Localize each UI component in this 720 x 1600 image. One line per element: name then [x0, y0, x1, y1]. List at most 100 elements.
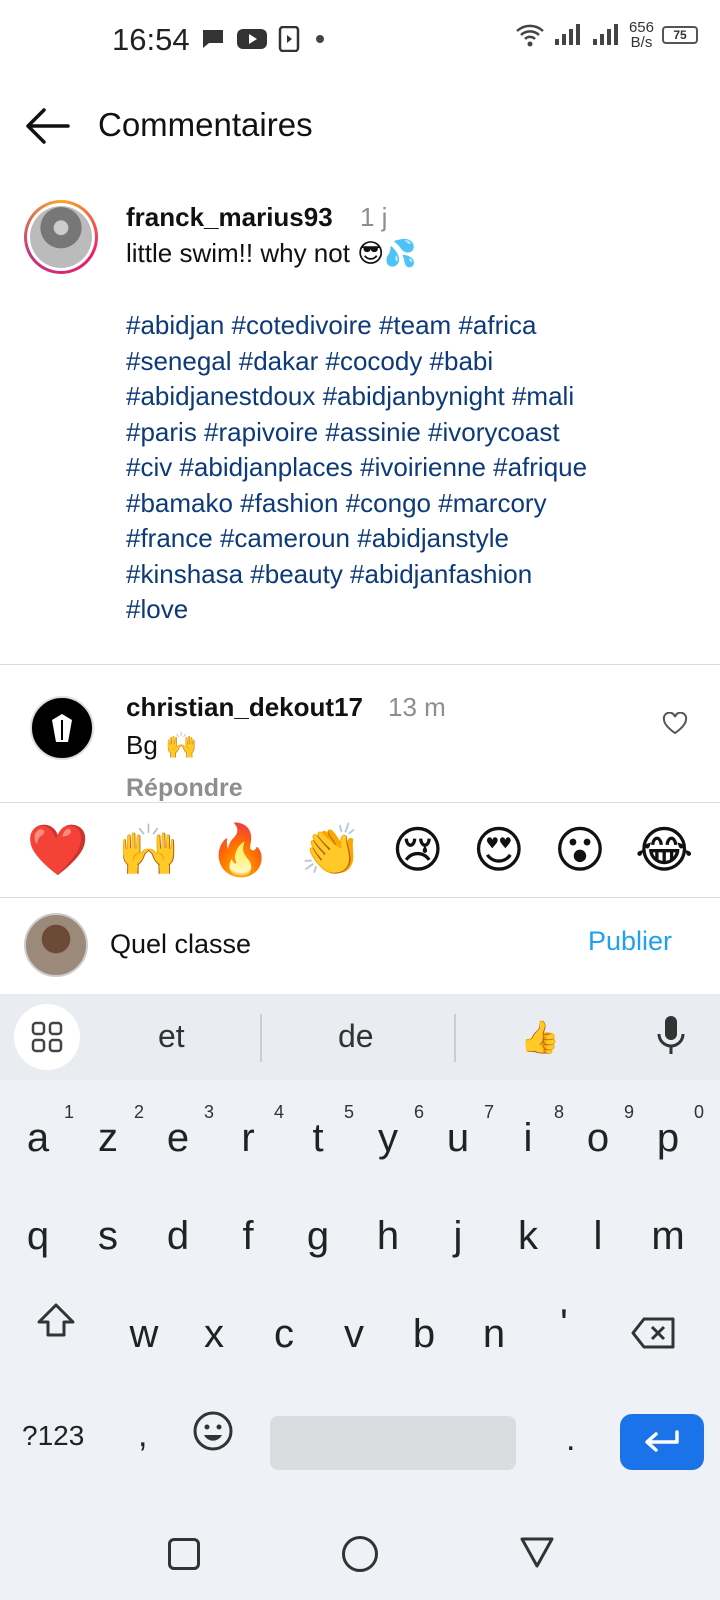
- microphone-icon: [657, 1016, 685, 1054]
- commenter-username[interactable]: christian_dekout17: [126, 692, 363, 723]
- hashtag-line[interactable]: #kinshasa #beauty #abidjanfashion: [126, 557, 686, 593]
- key-t[interactable]: t5: [288, 1102, 354, 1161]
- symbols-key[interactable]: ?123: [22, 1420, 84, 1452]
- net-speed-unit: B/s: [630, 34, 653, 51]
- key-n[interactable]: n: [464, 1312, 524, 1357]
- signal-icon: [554, 24, 580, 45]
- message-icon: [203, 30, 223, 48]
- emoji-key[interactable]: [192, 1410, 234, 1457]
- shift-icon: [37, 1303, 75, 1337]
- avatar-logo-icon: [52, 714, 72, 742]
- comment-input[interactable]: [110, 924, 550, 964]
- key-l[interactable]: l: [568, 1214, 628, 1259]
- emoji-cry[interactable]: 😢: [392, 825, 444, 875]
- author-avatar[interactable]: [24, 200, 98, 274]
- key-x[interactable]: x: [184, 1312, 244, 1357]
- backspace-icon: [631, 1317, 675, 1349]
- hashtag-line[interactable]: #paris #rapivoire #assinie #ivorycoast: [126, 415, 686, 451]
- key-w[interactable]: w: [114, 1312, 174, 1357]
- key-g[interactable]: g: [288, 1214, 348, 1259]
- emoji-surprised[interactable]: 😮: [554, 825, 606, 875]
- status-right: 656 B/s 75: [515, 20, 698, 50]
- period-key[interactable]: .: [566, 1420, 575, 1459]
- comma-key[interactable]: ,: [138, 1416, 147, 1455]
- back-nav-button[interactable]: [518, 1534, 556, 1575]
- key-m[interactable]: m: [638, 1214, 698, 1259]
- backspace-key[interactable]: [630, 1316, 676, 1355]
- key-a[interactable]: a1: [8, 1102, 74, 1161]
- hashtag-line[interactable]: #abidjan #cotedivoire #team #africa: [126, 308, 686, 344]
- enter-icon: [645, 1430, 679, 1452]
- caption-username[interactable]: franck_marius93: [126, 202, 333, 233]
- key-apostrophe[interactable]: ': [534, 1302, 594, 1347]
- heart-icon: [662, 711, 688, 735]
- voice-input-button[interactable]: [654, 1014, 688, 1061]
- caption-time: 1 j: [360, 202, 388, 232]
- emoji-raised-hands[interactable]: 🙌: [118, 825, 180, 875]
- page-title: Commentaires: [98, 106, 313, 143]
- emoji-joy[interactable]: 😂: [635, 825, 693, 875]
- key-h[interactable]: h: [358, 1214, 418, 1259]
- comment-item: christian_dekout17 13 m Bg 🙌 Répondre: [0, 680, 720, 802]
- suggestion-1[interactable]: et: [158, 1018, 185, 1055]
- key-k[interactable]: k: [498, 1214, 558, 1259]
- enter-key[interactable]: [620, 1414, 704, 1470]
- hashtag-line[interactable]: #france #cameroun #abidjanstyle: [126, 521, 686, 557]
- hashtag-line[interactable]: #abidjanestdoux #abidjanbynight #mali: [126, 379, 686, 415]
- key-r[interactable]: r4: [218, 1102, 284, 1161]
- key-z[interactable]: z2: [78, 1102, 144, 1161]
- key-e[interactable]: e3: [148, 1102, 214, 1161]
- emoji-heart-eyes[interactable]: 😍: [473, 825, 525, 875]
- suggestion-divider: [454, 1014, 456, 1062]
- status-bar: 16:54 656 B/s 75: [0, 0, 720, 80]
- key-q[interactable]: q: [8, 1214, 68, 1259]
- key-c[interactable]: c: [254, 1312, 314, 1357]
- hashtag-line[interactable]: #senegal #dakar #cocody #babi: [126, 344, 686, 380]
- hashtag-line[interactable]: #bamako #fashion #congo #marcory: [126, 486, 686, 522]
- notification-icons: [200, 26, 330, 52]
- triangle-back-icon: [520, 1537, 554, 1568]
- system-nav-bar: [0, 1510, 720, 1600]
- screen-record-icon: [278, 26, 300, 52]
- reply-button[interactable]: Répondre: [126, 774, 243, 803]
- key-o[interactable]: o9: [568, 1102, 634, 1161]
- key-s[interactable]: s: [78, 1214, 138, 1259]
- comment-time: 13 m: [388, 692, 446, 722]
- recents-button[interactable]: [168, 1538, 200, 1570]
- suggestion-divider: [260, 1014, 262, 1062]
- grid-icon: [31, 1021, 63, 1053]
- key-y[interactable]: y6: [358, 1102, 424, 1161]
- like-button[interactable]: [662, 711, 688, 743]
- key-u[interactable]: u7: [428, 1102, 494, 1161]
- key-d[interactable]: d: [148, 1214, 208, 1259]
- battery-icon: 75: [662, 26, 698, 44]
- publish-button[interactable]: Publier: [588, 926, 672, 957]
- key-j[interactable]: j: [428, 1214, 488, 1259]
- current-user-avatar: [24, 913, 88, 977]
- net-speed-value: 656: [628, 19, 654, 36]
- signal-icon-2: [592, 24, 618, 45]
- keyboard-menu-button[interactable]: [14, 1004, 80, 1070]
- commenter-avatar[interactable]: [30, 696, 94, 760]
- key-v[interactable]: v: [324, 1312, 384, 1357]
- home-button[interactable]: [342, 1536, 378, 1572]
- dot-icon: [316, 35, 324, 43]
- key-b[interactable]: b: [394, 1312, 454, 1357]
- emoji-fire[interactable]: 🔥: [209, 825, 271, 875]
- key-p[interactable]: p0: [638, 1102, 704, 1161]
- space-key[interactable]: [270, 1416, 516, 1470]
- hashtag-line[interactable]: #civ #abidjanplaces #ivoirienne #afrique: [126, 450, 686, 486]
- hashtag-line[interactable]: #love: [126, 592, 686, 628]
- caption-hashtags: #abidjan #cotedivoire #team #africa #sen…: [126, 308, 686, 628]
- smiley-icon: [193, 1411, 233, 1451]
- suggestion-3[interactable]: 👍: [520, 1018, 560, 1056]
- suggestion-2[interactable]: de: [338, 1018, 374, 1055]
- header: Commentaires: [0, 86, 720, 166]
- key-f[interactable]: f: [218, 1214, 278, 1259]
- shift-key[interactable]: [36, 1302, 76, 1343]
- emoji-heart[interactable]: ❤️: [27, 825, 89, 875]
- key-i[interactable]: i8: [498, 1102, 564, 1161]
- back-button[interactable]: [22, 104, 72, 148]
- net-speed: 656 B/s: [629, 20, 654, 50]
- emoji-clap[interactable]: 👏: [300, 825, 362, 875]
